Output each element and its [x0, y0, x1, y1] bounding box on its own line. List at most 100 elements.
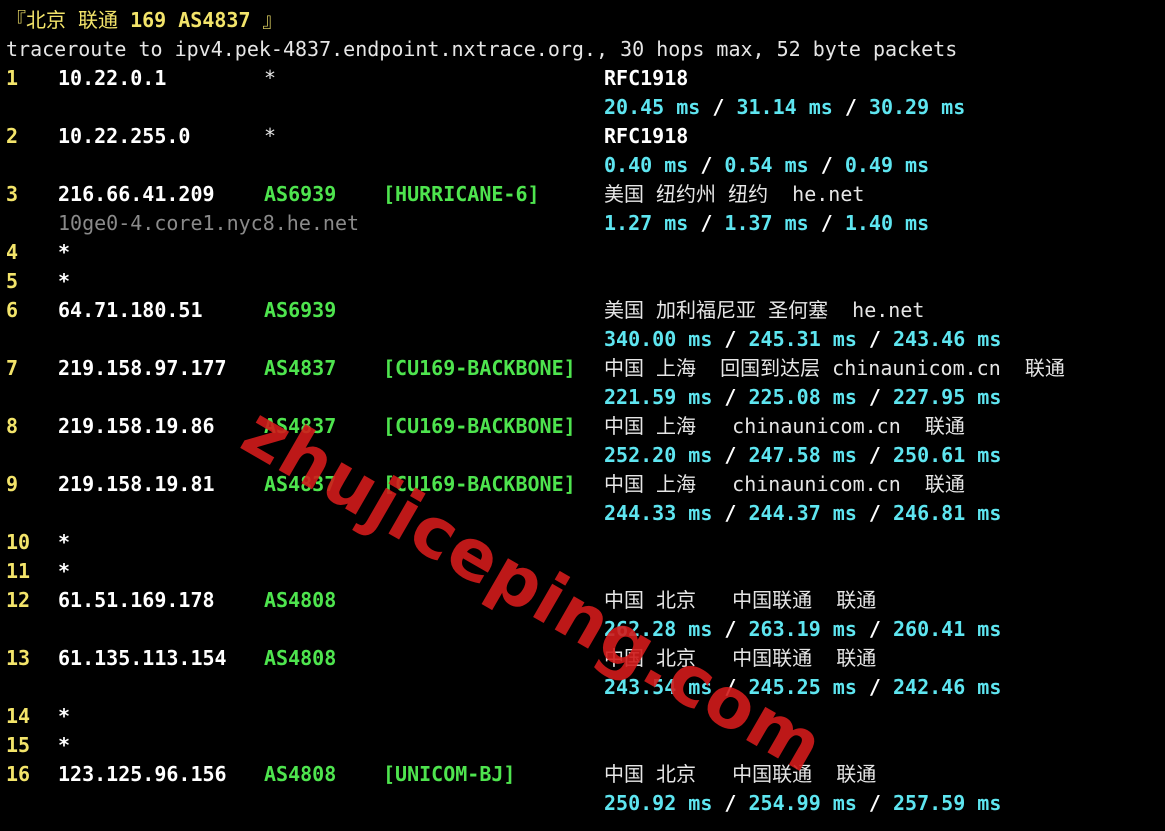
rtt-value: 30.29 ms: [868, 95, 966, 119]
rtt-value: 0.54 ms: [724, 153, 809, 177]
hop-row: 6 64.71.180.51 AS6939 美国 加利福尼亚 圣何塞 he.net: [6, 296, 1165, 325]
hop-detail-row: 10ge0-4.core1.nyc8.he.net 1.27 ms / 1.37 …: [6, 209, 1165, 238]
header-prefix: 『北京 联通: [6, 8, 131, 32]
rtt-value: 20.45 ms: [604, 95, 701, 119]
timeout-star: *: [58, 240, 71, 264]
rtt-value: 340.00 ms: [604, 327, 713, 351]
hop-detail-row: 243.54 ms / 245.25 ms / 242.46 ms: [6, 673, 1165, 702]
hop-detail-row: 340.00 ms / 245.31 ms / 243.46 ms: [6, 325, 1165, 354]
hop-row: 1 10.22.0.1 * RFC1918: [6, 64, 1165, 93]
hop-rtt: 243.54 ms / 245.25 ms / 242.46 ms: [604, 673, 1001, 702]
hop-rtt: 250.92 ms / 254.99 ms / 257.59 ms: [604, 789, 1001, 818]
hop-rtt: 1.27 ms / 1.37 ms / 1.40 ms: [604, 209, 929, 238]
rtt-value: 243.46 ms: [893, 327, 1002, 351]
hop-row: 12 61.51.169.178 AS4808 中国 北京 中国联通 联通: [6, 586, 1165, 615]
hop-detail-row: 252.20 ms / 247.58 ms / 250.61 ms: [6, 441, 1165, 470]
rtt-value: 262.28 ms: [604, 617, 713, 641]
hop-rtt: 0.40 ms / 0.54 ms / 0.49 ms: [604, 151, 929, 180]
rtt-value: 1.27 ms: [604, 211, 689, 235]
hop-detail-row: 250.92 ms / 254.99 ms / 257.59 ms: [6, 789, 1165, 818]
hop-ip: 216.66.41.209: [58, 182, 215, 206]
hop-number: 14: [6, 704, 31, 728]
hop-ip: 10.22.0.1: [58, 66, 167, 90]
rtt-separator: /: [712, 791, 749, 815]
rtt-value: 257.59 ms: [893, 791, 1002, 815]
hop-number: 15: [6, 733, 31, 757]
hop-number: 9: [6, 472, 19, 496]
rtt-value: 260.41 ms: [893, 617, 1002, 641]
hop-network-tag: [CU169-BACKBONE]: [383, 414, 576, 438]
hop-rtt: 262.28 ms / 263.19 ms / 260.41 ms: [604, 615, 1001, 644]
hop-geo: 中国 北京 中国联通 联通: [604, 588, 877, 612]
hop-ip: 123.125.96.156: [58, 762, 227, 786]
hop-network-tag: [CU169-BACKBONE]: [383, 356, 576, 380]
rtt-separator: /: [808, 211, 845, 235]
rtt-value: 263.19 ms: [748, 617, 857, 641]
hop-detail-row: 221.59 ms / 225.08 ms / 227.95 ms: [6, 383, 1165, 412]
rtt-separator: /: [856, 617, 893, 641]
traceroute-command-line: traceroute to ipv4.pek-4837.endpoint.nxt…: [6, 37, 958, 61]
hop-detail-row: 0.40 ms / 0.54 ms / 0.49 ms: [6, 151, 1165, 180]
rtt-value: 250.61 ms: [893, 443, 1002, 467]
rtt-separator: /: [856, 327, 893, 351]
hop-rtt: 252.20 ms / 247.58 ms / 250.61 ms: [604, 441, 1001, 470]
rtt-value: 243.54 ms: [604, 675, 713, 699]
hop-network-tag: [CU169-BACKBONE]: [383, 472, 576, 496]
timeout-star: *: [58, 530, 71, 554]
rtt-value: 246.81 ms: [893, 501, 1002, 525]
hop-detail-row: 262.28 ms / 263.19 ms / 260.41 ms: [6, 615, 1165, 644]
hop-row: 5 *: [6, 267, 1165, 296]
hop-geo: 中国 上海 chinaunicom.cn 联通: [604, 414, 965, 438]
hop-rtt: 221.59 ms / 225.08 ms / 227.95 ms: [604, 383, 1001, 412]
hop-number: 10: [6, 530, 31, 554]
hop-ip: 219.158.97.177: [58, 356, 227, 380]
hop-asn: AS4808: [264, 646, 337, 670]
rtt-separator: /: [856, 675, 893, 699]
no-asn-star: *: [264, 66, 277, 90]
hop-ip: 219.158.19.86: [58, 414, 215, 438]
hop-asn: AS6939: [264, 298, 337, 322]
hop-geo: 美国 加利福尼亚 圣何塞 he.net: [604, 298, 925, 322]
hop-hostname: 10ge0-4.core1.nyc8.he.net: [58, 211, 360, 235]
hop-row: 4 *: [6, 238, 1165, 267]
hop-number: 4: [6, 240, 19, 264]
hop-number: 7: [6, 356, 19, 380]
hop-number: 3: [6, 182, 19, 206]
hop-network-tag: [UNICOM-BJ]: [383, 762, 516, 786]
rtt-separator: /: [688, 211, 725, 235]
hop-number: 11: [6, 559, 31, 583]
timeout-star: *: [58, 733, 71, 757]
rtt-value: 221.59 ms: [604, 385, 713, 409]
hop-asn: AS4837: [264, 356, 337, 380]
hop-row: 16 123.125.96.156 AS4808 [UNICOM-BJ] 中国 北京 中…: [6, 760, 1165, 789]
rtt-separator: /: [832, 95, 869, 119]
rtt-value: 245.25 ms: [748, 675, 857, 699]
hop-asn: AS4808: [264, 588, 337, 612]
rtt-separator: /: [856, 791, 893, 815]
hop-row: 7 219.158.97.177 AS4837 [CU169-BACKBONE] 中国 …: [6, 354, 1165, 383]
hop-rtt: 244.33 ms / 244.37 ms / 246.81 ms: [604, 499, 1001, 528]
hop-ip: 10.22.255.0: [58, 124, 191, 148]
hop-rtt: 20.45 ms / 31.14 ms / 30.29 ms: [604, 93, 965, 122]
hop-row: 3 216.66.41.209 AS6939 [HURRICANE-6] 美国 纽约州 …: [6, 180, 1165, 209]
rtt-separator: /: [856, 501, 893, 525]
timeout-star: *: [58, 704, 71, 728]
hop-row: 8 219.158.19.86 AS4837 [CU169-BACKBONE] 中国 上…: [6, 412, 1165, 441]
hop-number: 2: [6, 124, 19, 148]
terminal-output[interactable]: 『北京 联通 169 AS4837 』 traceroute to ipv4.p…: [6, 0, 1165, 831]
header-suffix: 』: [250, 8, 283, 32]
hop-geo: 中国 上海 回国到达层 chinaunicom.cn 联通: [604, 356, 1065, 380]
rtt-value: 252.20 ms: [604, 443, 713, 467]
no-asn-star: *: [264, 124, 277, 148]
hop-row: 14 *: [6, 702, 1165, 731]
header-title: 169 AS4837: [130, 8, 251, 32]
hop-ip: 61.51.169.178: [58, 588, 215, 612]
hop-rtt: 340.00 ms / 245.31 ms / 243.46 ms: [604, 325, 1001, 354]
hop-row: 10 *: [6, 528, 1165, 557]
hop-geo: RFC1918: [604, 66, 689, 90]
rtt-value: 244.33 ms: [604, 501, 713, 525]
rtt-value: 250.92 ms: [604, 791, 713, 815]
hop-row: 2 10.22.255.0 * RFC1918: [6, 122, 1165, 151]
rtt-value: 247.58 ms: [748, 443, 857, 467]
result-header: 『北京 联通 169 AS4837 』: [6, 6, 283, 35]
